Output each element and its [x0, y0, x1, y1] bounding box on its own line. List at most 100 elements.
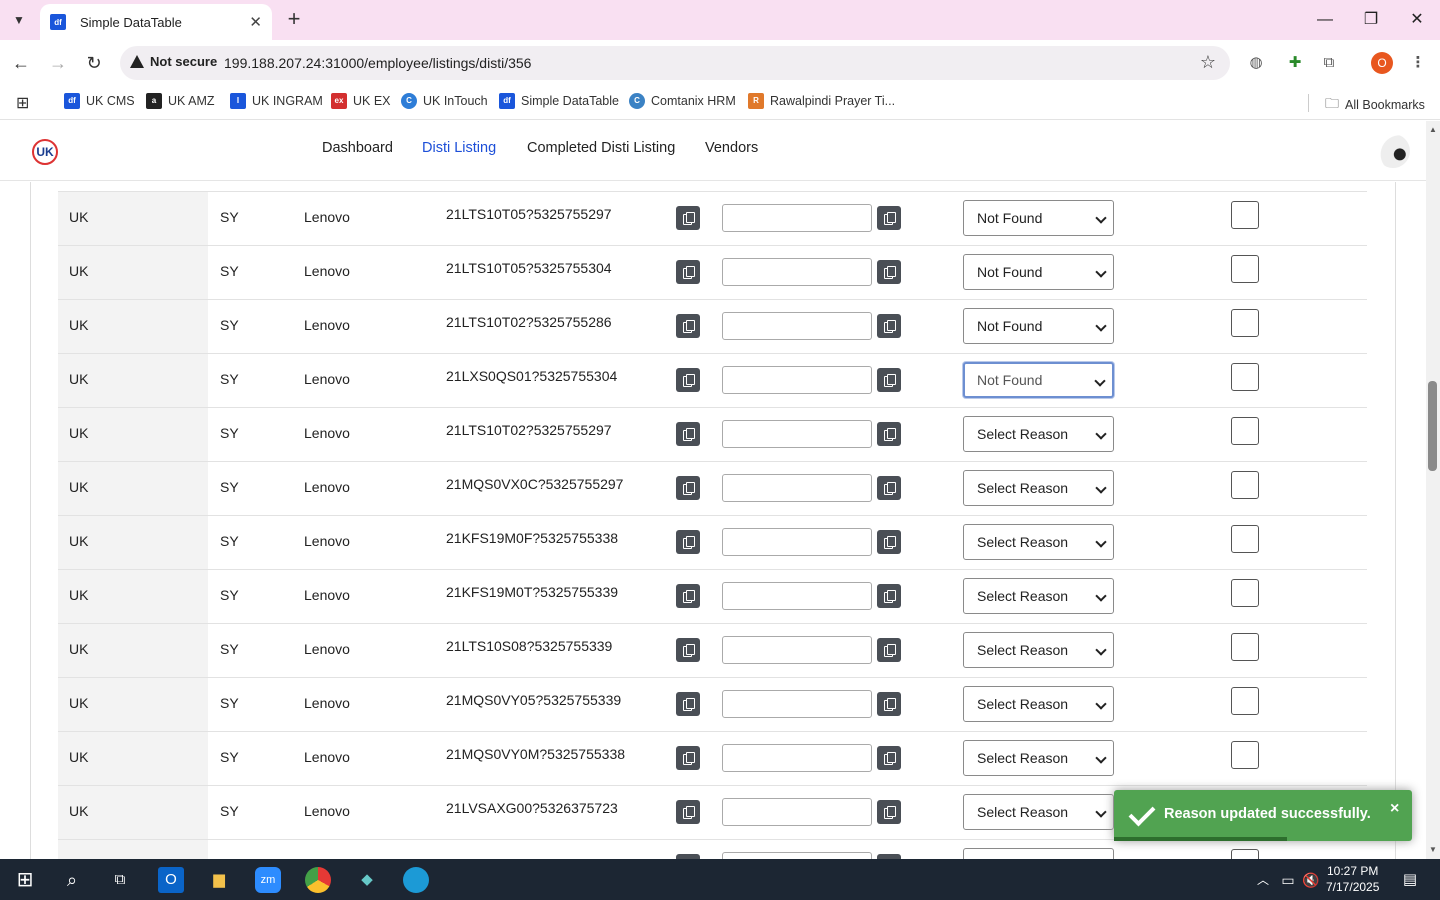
- value-input[interactable]: [722, 312, 872, 340]
- reason-select[interactable]: Select Reason: [963, 524, 1114, 560]
- outlook-icon[interactable]: O: [158, 867, 184, 893]
- copy-sku-button[interactable]: [676, 530, 700, 554]
- extensions-puzzle-icon[interactable]: ⧉: [1318, 52, 1340, 74]
- bookmark-uk-ingram[interactable]: I UK INGRAM: [230, 93, 323, 109]
- minimize-icon[interactable]: —: [1310, 6, 1340, 34]
- row-checkbox[interactable]: [1231, 633, 1259, 661]
- apps-grid-icon[interactable]: ⊞: [16, 93, 29, 113]
- nav-completed-disti-listing[interactable]: Completed Disti Listing: [527, 140, 675, 156]
- reason-select[interactable]: Select Reason: [963, 686, 1114, 722]
- copy-sku-button[interactable]: [676, 800, 700, 824]
- row-checkbox[interactable]: [1231, 201, 1259, 229]
- copy-sku-button[interactable]: [676, 746, 700, 770]
- kebab-menu-icon[interactable]: ⋮: [1407, 52, 1429, 74]
- url-text[interactable]: 199.188.207.24:31000/employee/listings/d…: [224, 55, 531, 71]
- bookmark-uk-ex[interactable]: ex UK EX: [331, 93, 391, 109]
- value-input[interactable]: [722, 582, 872, 610]
- tab-close-icon[interactable]: ✕: [249, 13, 262, 31]
- reason-select[interactable]: Not Found: [963, 254, 1114, 290]
- taskbar-clock[interactable]: 10:27 PM 7/17/2025: [1326, 863, 1379, 895]
- copy-sku-button[interactable]: [676, 476, 700, 500]
- value-input[interactable]: [722, 798, 872, 826]
- reason-select[interactable]: Not Found: [963, 362, 1114, 398]
- copy-sku-button[interactable]: [676, 368, 700, 392]
- reason-select[interactable]: [963, 848, 1114, 859]
- user-avatar[interactable]: [1376, 134, 1410, 168]
- copy-value-button[interactable]: [877, 638, 901, 662]
- copy-value-button[interactable]: [877, 530, 901, 554]
- copy-sku-button[interactable]: [676, 638, 700, 662]
- reason-select[interactable]: Select Reason: [963, 794, 1114, 830]
- row-checkbox[interactable]: [1231, 579, 1259, 607]
- task-view-icon[interactable]: ⧉: [107, 867, 133, 893]
- value-input[interactable]: [722, 636, 872, 664]
- value-input[interactable]: [722, 852, 872, 859]
- value-input[interactable]: [722, 474, 872, 502]
- bookmark-simple-datatable[interactable]: df Simple DataTable: [499, 93, 619, 109]
- bookmark-uk-intouch[interactable]: C UK InTouch: [401, 93, 488, 109]
- bookmark-uk-amz[interactable]: a UK AMZ: [146, 93, 215, 109]
- nav-dashboard[interactable]: Dashboard: [322, 140, 393, 156]
- row-checkbox[interactable]: [1231, 309, 1259, 337]
- value-input[interactable]: [722, 258, 872, 286]
- copy-sku-button[interactable]: [676, 422, 700, 446]
- row-checkbox[interactable]: [1231, 255, 1259, 283]
- row-checkbox[interactable]: [1231, 417, 1259, 445]
- value-input[interactable]: [722, 204, 872, 232]
- row-checkbox[interactable]: [1231, 363, 1259, 391]
- profile-avatar[interactable]: O: [1371, 52, 1393, 74]
- forward-icon[interactable]: →: [45, 50, 71, 76]
- copy-value-button[interactable]: [877, 260, 901, 284]
- value-input[interactable]: [722, 420, 872, 448]
- edge-icon[interactable]: [403, 867, 429, 893]
- bookmark-rawalpindi-prayer[interactable]: R Rawalpindi Prayer Ti...: [748, 93, 895, 109]
- address-bar[interactable]: Not secure 199.188.207.24:31000/employee…: [120, 46, 1230, 80]
- reason-select[interactable]: Select Reason: [963, 470, 1114, 506]
- value-input[interactable]: [722, 366, 872, 394]
- copy-value-button[interactable]: [877, 584, 901, 608]
- scroll-down-icon[interactable]: ▼: [1429, 845, 1437, 854]
- copy-sku-button[interactable]: [676, 584, 700, 608]
- row-checkbox[interactable]: [1231, 687, 1259, 715]
- copy-sku-button[interactable]: [676, 260, 700, 284]
- reason-select[interactable]: Not Found: [963, 308, 1114, 344]
- scroll-up-icon[interactable]: ▲: [1429, 125, 1437, 134]
- nav-disti-listing[interactable]: Disti Listing: [422, 140, 496, 156]
- back-icon[interactable]: ←: [8, 50, 34, 76]
- copy-value-button[interactable]: [877, 476, 901, 500]
- copy-value-button[interactable]: [877, 800, 901, 824]
- scroll-thumb[interactable]: [1428, 381, 1437, 471]
- copy-sku-button[interactable]: [676, 314, 700, 338]
- site-logo[interactable]: UK: [32, 139, 58, 165]
- close-window-icon[interactable]: ✕: [1402, 6, 1432, 34]
- tab-search-icon[interactable]: ▼: [6, 7, 32, 33]
- app-diamond-icon[interactable]: ◆: [354, 867, 380, 893]
- copy-value-button[interactable]: [877, 368, 901, 392]
- row-checkbox[interactable]: [1231, 471, 1259, 499]
- file-explorer-icon[interactable]: ▆: [206, 867, 232, 893]
- copy-value-button[interactable]: [877, 314, 901, 338]
- extension-plus-icon[interactable]: ✚: [1284, 52, 1306, 74]
- copy-value-button[interactable]: [877, 422, 901, 446]
- value-input[interactable]: [722, 744, 872, 772]
- volume-muted-icon[interactable]: 🔇: [1298, 867, 1324, 893]
- windows-start-icon[interactable]: ⊞: [12, 867, 38, 893]
- tray-chevron-icon[interactable]: ︿: [1250, 867, 1276, 893]
- reason-select[interactable]: Select Reason: [963, 632, 1114, 668]
- restore-icon[interactable]: ❐: [1356, 6, 1386, 34]
- reload-icon[interactable]: ↻: [81, 50, 107, 76]
- copy-value-button[interactable]: [877, 206, 901, 230]
- copy-sku-button[interactable]: [676, 206, 700, 230]
- nav-vendors[interactable]: Vendors: [705, 140, 758, 156]
- row-checkbox[interactable]: [1231, 525, 1259, 553]
- browser-tab[interactable]: df Simple DataTable ✕: [40, 4, 272, 40]
- value-input[interactable]: [722, 690, 872, 718]
- row-checkbox[interactable]: [1231, 741, 1259, 769]
- translate-icon[interactable]: ◍: [1245, 52, 1267, 74]
- reason-select[interactable]: Select Reason: [963, 740, 1114, 776]
- value-input[interactable]: [722, 528, 872, 556]
- reason-select[interactable]: Select Reason: [963, 416, 1114, 452]
- notifications-icon[interactable]: ▤: [1397, 867, 1423, 893]
- toast-close-icon[interactable]: ×: [1390, 800, 1399, 818]
- reason-select[interactable]: Select Reason: [963, 578, 1114, 614]
